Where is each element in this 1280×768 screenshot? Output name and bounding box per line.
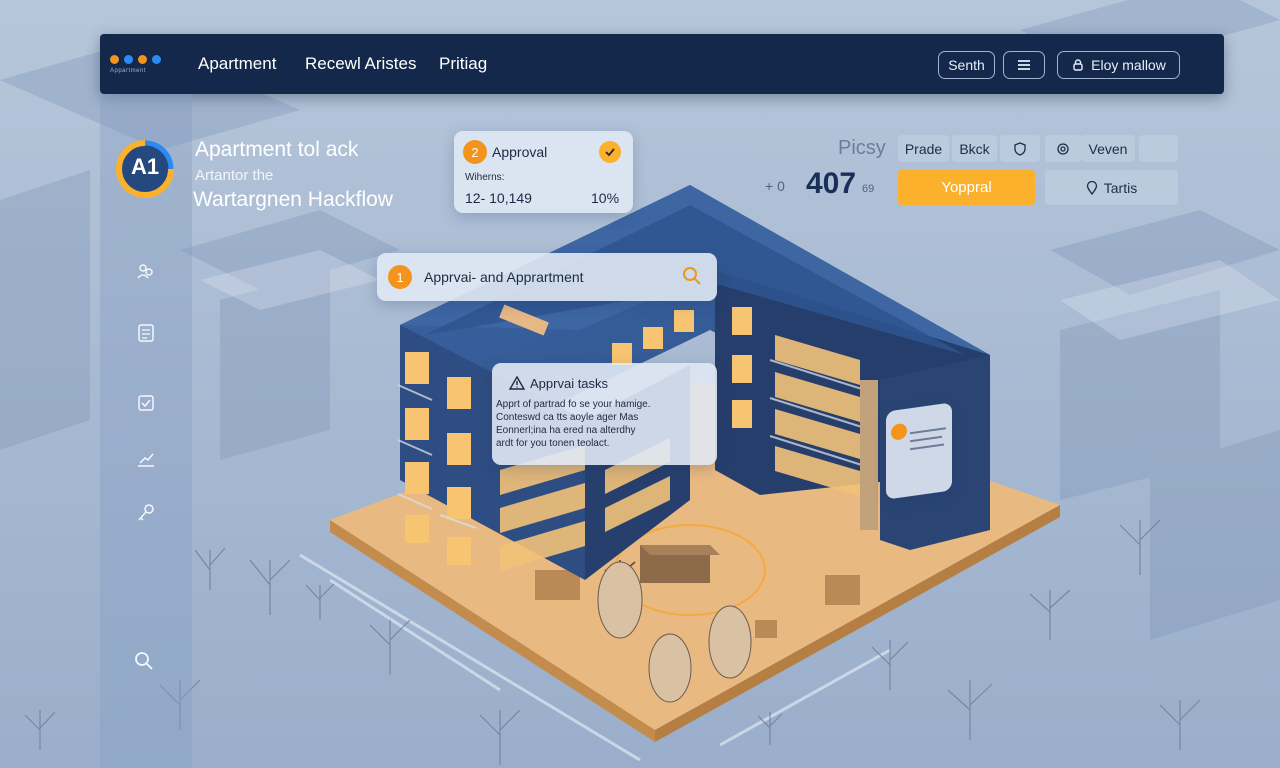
magnifier-icon[interactable] bbox=[681, 265, 703, 287]
location-pin-icon bbox=[1086, 180, 1097, 195]
gear-icon bbox=[1057, 142, 1069, 155]
tasks-card[interactable]: Apprvai tasks Apprt of partrad fo se you… bbox=[492, 363, 717, 465]
logo-dot bbox=[110, 54, 119, 64]
primary-button-label: Yoppral bbox=[941, 179, 992, 196]
primary-approve-button[interactable]: Yoppral bbox=[898, 170, 1035, 205]
check-icon bbox=[599, 141, 621, 163]
document-icon[interactable] bbox=[135, 322, 157, 344]
people-icon[interactable] bbox=[135, 260, 157, 282]
approval-step-number: 2 bbox=[463, 140, 487, 164]
nav-pritiag[interactable]: Pritiag bbox=[439, 54, 487, 74]
nav-recewl-aristes[interactable]: Recewl Aristes bbox=[305, 54, 416, 74]
menu-button[interactable] bbox=[1003, 51, 1045, 79]
logo-dot bbox=[124, 54, 133, 64]
search-button[interactable]: Senth bbox=[938, 51, 995, 79]
info-line bbox=[910, 435, 942, 443]
stat-value: 407 bbox=[806, 167, 857, 200]
task-line: Apprt of partrad fo se your hamige. bbox=[496, 399, 651, 410]
search-card-label: Apprvai- and Apprartment bbox=[424, 269, 584, 285]
search-icon[interactable] bbox=[133, 650, 155, 672]
checklist-icon[interactable] bbox=[135, 392, 157, 414]
info-line bbox=[910, 427, 946, 435]
shield-button[interactable] bbox=[1000, 135, 1040, 162]
shield-icon bbox=[1014, 141, 1026, 156]
approval-meta-label: Wiherns: bbox=[465, 172, 505, 183]
prade-button[interactable]: Prade bbox=[898, 135, 949, 162]
tasks-card-title: Apprvai tasks bbox=[530, 376, 609, 391]
page-subtitle: Artantor the bbox=[195, 167, 274, 184]
logo-text: Appartment bbox=[110, 68, 147, 74]
approval-percent: 10% bbox=[591, 190, 620, 206]
right-panel-label: Picsy bbox=[838, 137, 886, 159]
page-title: Apartment tol ack bbox=[195, 138, 359, 161]
lock-icon bbox=[1073, 59, 1083, 71]
settings-button[interactable] bbox=[1045, 135, 1081, 162]
warning-icon bbox=[508, 375, 526, 395]
bkck-button[interactable]: Bkck bbox=[952, 135, 997, 162]
floor-marker-icon bbox=[891, 422, 907, 441]
logo-dots-icon bbox=[110, 52, 176, 66]
search-step-number: 1 bbox=[388, 265, 412, 289]
nav-apartment[interactable]: Apartment bbox=[198, 54, 276, 74]
info-line bbox=[910, 443, 944, 451]
page-heading: Wartargnen Hackflow bbox=[193, 188, 393, 211]
stat-suffix: 69 bbox=[862, 183, 875, 195]
task-line: Conteswd ca tts aoyle ager Mas bbox=[496, 412, 639, 423]
prade-label: Prade bbox=[904, 140, 943, 157]
approval-range: 12- 10,149 bbox=[465, 190, 532, 206]
floor-info-card[interactable] bbox=[886, 402, 952, 500]
task-line: ardt for you tonen teolact. bbox=[496, 438, 610, 449]
logo-dot bbox=[138, 54, 147, 64]
veven-button[interactable]: Veven bbox=[1081, 135, 1135, 162]
secondary-button-label: Tartis bbox=[1103, 179, 1138, 196]
menu-icon bbox=[1018, 60, 1030, 70]
user-button[interactable]: Eloy mallow bbox=[1057, 51, 1180, 79]
chart-icon[interactable] bbox=[135, 448, 157, 470]
badge-label: A1 bbox=[130, 154, 160, 179]
approval-card[interactable]: 2 Approval Wiherns: 12- 10,149 10% bbox=[454, 131, 633, 213]
bkck-label: Bkck bbox=[959, 140, 990, 157]
brand-logo[interactable]: Appartment bbox=[110, 52, 176, 82]
approval-card-title: Approval bbox=[492, 144, 548, 160]
veven-label: Veven bbox=[1088, 140, 1128, 157]
top-navigation-bar: Appartment Apartment Recewl Aristes Prit… bbox=[100, 34, 1224, 94]
task-line: Eonnerl;ina ha ered na alterdhy bbox=[496, 425, 636, 436]
user-button-label: Eloy mallow bbox=[1091, 57, 1166, 73]
key-icon[interactable] bbox=[135, 502, 157, 524]
secondary-button[interactable]: Tartis bbox=[1045, 170, 1178, 205]
logo-dot bbox=[152, 54, 161, 64]
search-button-label: Senth bbox=[948, 57, 985, 73]
extra-button[interactable] bbox=[1139, 135, 1178, 162]
search-card[interactable]: 1 Apprvai- and Apprartment bbox=[377, 253, 717, 301]
value-prefix: + 0 bbox=[765, 178, 785, 194]
